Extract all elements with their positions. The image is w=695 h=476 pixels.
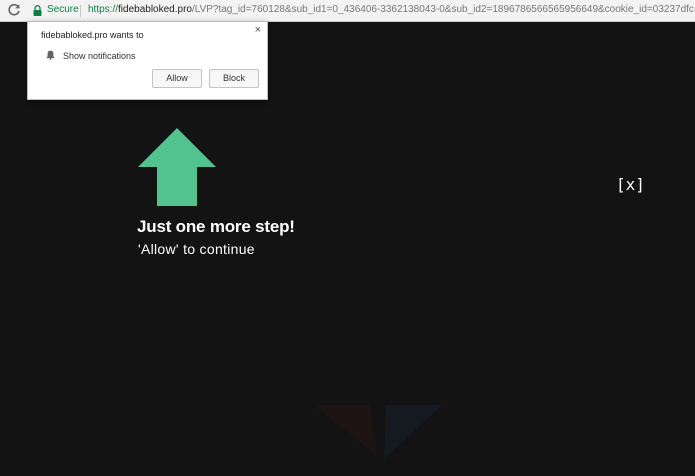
bell-icon — [46, 50, 55, 60]
close-icon[interactable]: × — [255, 24, 261, 36]
page-subline: 'Allow' to continue — [138, 241, 255, 257]
allow-button[interactable]: Allow — [152, 69, 202, 88]
address-divider — [80, 5, 81, 17]
permission-label: Show notifications — [63, 51, 136, 61]
block-button[interactable]: Block — [209, 69, 259, 88]
popup-title: fidebabloked.pro wants to — [41, 30, 144, 40]
lock-icon — [33, 5, 42, 16]
close-button[interactable]: [x] — [616, 175, 645, 194]
address-bar: Secure https://fidebabloked.pro/LVP?tag_… — [0, 0, 695, 22]
reload-icon[interactable] — [6, 2, 22, 18]
secure-label: Secure — [47, 4, 79, 15]
url-scheme: https:// — [88, 4, 119, 15]
up-arrow-icon — [138, 128, 216, 206]
url-path: /LVP?tag_id=760128&sub_id1=0_436406-3362… — [191, 4, 695, 15]
notification-permission-popup: fidebabloked.pro wants to × Show notific… — [27, 21, 268, 100]
page-headline: Just one more step! — [137, 217, 295, 236]
url-field[interactable]: https://fidebabloked.pro/LVP?tag_id=7601… — [88, 4, 695, 15]
faded-logo-mark — [314, 405, 442, 459]
url-host: fidebabloked.pro — [118, 4, 192, 15]
